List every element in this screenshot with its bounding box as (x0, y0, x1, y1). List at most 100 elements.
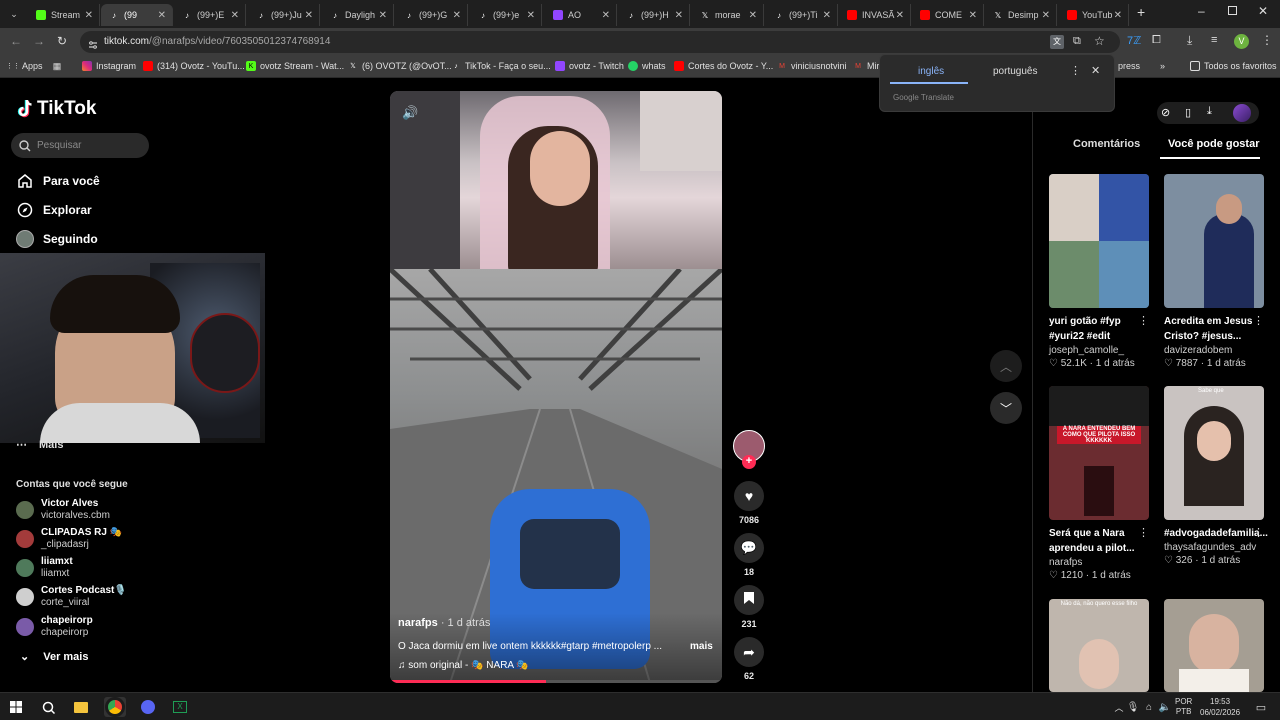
bookmark-grid[interactable]: ▦ (52, 61, 66, 71)
browser-tab[interactable]: 𝕏morae ✕ (692, 4, 764, 26)
suggested-video-card[interactable]: yuri gotão #fyp #yuri22 #edit joseph_camo… (1049, 174, 1149, 369)
browser-tab[interactable]: COME ✕ (912, 4, 984, 26)
bookmark-ovotz-youtube[interactable]: (314) Ovotz - YouTu... (143, 61, 245, 71)
suggested-video-card[interactable] (1164, 599, 1264, 692)
browser-tab[interactable]: Stream ✕ (28, 4, 100, 26)
tab-close-icon[interactable]: ✕ (158, 10, 166, 21)
translate-close-icon[interactable]: ✕ (1091, 64, 1100, 77)
extensions-puzzle-icon[interactable]: ⧠ (1152, 34, 1161, 47)
suggested-video-card[interactable]: A NARA ENTENDEU BEM COMO QUE PILOTA ISSO… (1049, 386, 1149, 581)
bookmark-ovotz-stream[interactable]: Kovotz Stream - Wat... (246, 61, 344, 71)
bookmark-apps[interactable]: ⋮⋮ Apps (6, 61, 43, 71)
video-thumbnail[interactable] (1049, 174, 1149, 308)
nav-more[interactable]: ⋯ Mais (16, 438, 63, 451)
card-more-icon[interactable]: ⋮ (1138, 526, 1149, 539)
video-author[interactable]: narafps (398, 617, 438, 629)
followed-account[interactable]: CLIPADAS RJ 🎭 _clipadasrj (16, 527, 176, 553)
suggested-video-card[interactable]: Acredita em Jesus Cristo? #jesus... daviz… (1164, 174, 1264, 369)
caption-more-button[interactable]: mais (690, 641, 713, 652)
tab-close-icon[interactable]: ✕ (1114, 10, 1122, 21)
browser-tab[interactable]: ♪ (99+)Ti ✕ (766, 4, 838, 26)
tiktok-logo[interactable]: TikTok (16, 98, 96, 120)
bookmark-cortes[interactable]: Cortes do Ovotz - Y... (674, 61, 773, 71)
card-author[interactable]: davizeradobem (1164, 345, 1264, 356)
tab-close-icon[interactable]: ✕ (453, 10, 461, 21)
profile-avatar[interactable]: V (1234, 34, 1249, 49)
compass-icon[interactable]: ⊘ (1161, 106, 1170, 119)
bookmark-gmail[interactable]: Mviniciusnotvini (777, 61, 846, 71)
forward-icon[interactable]: → (33, 34, 45, 48)
browser-tab[interactable]: INVASÃ ✕ (839, 4, 911, 26)
progress-track[interactable] (390, 680, 722, 683)
card-author[interactable]: thaysafagundes_adv (1164, 542, 1264, 553)
browser-tab[interactable]: AO ✕ (545, 4, 617, 26)
browser-tab[interactable]: ♪ Dayligh ✕ (322, 4, 394, 26)
like-action[interactable]: ♥ 7086 (734, 481, 764, 525)
translate-lang-english[interactable]: inglês (918, 66, 944, 77)
user-avatar[interactable] (1233, 104, 1251, 122)
suggested-video-card[interactable]: Sabe que #advogadadefamilia... thaysafagun… (1164, 386, 1268, 566)
browser-tab[interactable]: ♪ (99+)G ✕ (396, 4, 468, 26)
new-tab-button[interactable]: + (1137, 4, 1145, 20)
followed-account[interactable]: Cortes Podcast🎙️ corte_viiral (16, 585, 176, 611)
nav-explore[interactable]: Explorar (16, 201, 92, 219)
tab-close-icon[interactable]: ✕ (1042, 10, 1050, 21)
tab-close-icon[interactable]: ✕ (85, 10, 93, 21)
card-more-icon[interactable]: ⋮ (1253, 526, 1264, 539)
translate-icon[interactable]: 文 (1050, 35, 1064, 49)
bookmark-all-favorites[interactable]: Todos os favoritos (1190, 61, 1277, 71)
bookmark-press[interactable]: press (1118, 61, 1140, 71)
tray-language[interactable]: POR PTB (1175, 697, 1192, 717)
tab-close-icon[interactable]: ✕ (749, 10, 757, 21)
tab-comments[interactable]: Comentários (1073, 138, 1140, 150)
video-sound[interactable]: ♫ som original - 🎭 NARA 🎭 (398, 660, 529, 671)
followed-account[interactable]: Victor Alves victoralves.cbm (16, 498, 176, 524)
nav-following[interactable]: Seguindo (16, 230, 98, 248)
tray-clock[interactable]: 19:53 06/02/2026 (1200, 696, 1240, 718)
previous-video-button[interactable]: ︿ (990, 350, 1022, 382)
translate-lang-portuguese[interactable]: português (993, 66, 1037, 77)
tab-close-icon[interactable]: ✕ (823, 10, 831, 21)
bookmark-tiktok[interactable]: ♪ TikTok - Faça o seu... (451, 61, 550, 71)
suggested-video-card[interactable]: Não dá, não quero esse filho (1049, 599, 1149, 692)
restore-button[interactable] (1228, 6, 1237, 15)
translate-menu-icon[interactable]: ⋮ (1070, 64, 1081, 77)
search-input[interactable]: Pesquisar (11, 133, 149, 158)
browser-tab[interactable]: YouTub ✕ (1059, 4, 1129, 26)
tab-close-icon[interactable]: ✕ (896, 10, 904, 21)
excel-icon[interactable]: X (169, 697, 191, 717)
phone-icon[interactable]: ▯ (1185, 106, 1191, 119)
file-explorer-icon[interactable] (70, 697, 92, 717)
nav-for-you[interactable]: Para você (16, 172, 100, 190)
extension-icon[interactable]: 7ℤ (1127, 34, 1141, 47)
address-bar[interactable]: tiktok.com/@narafps/video/76035050123747… (80, 31, 1120, 53)
card-more-icon[interactable]: ⋮ (1253, 314, 1264, 327)
taskbar-search-icon[interactable] (37, 697, 59, 717)
media-control-icon[interactable]: ≡ (1211, 34, 1217, 46)
install-icon[interactable]: ⧉ (1073, 35, 1081, 48)
video-thumbnail[interactable] (1164, 599, 1264, 692)
download-icon[interactable]: ⤓ (1187, 33, 1192, 48)
volume-tray-icon[interactable]: 🔈 (1154, 697, 1176, 717)
bookmark-twitch[interactable]: ovotz - Twitch (555, 61, 624, 71)
download-icon[interactable]: ⤓ (1207, 105, 1212, 118)
notifications-icon[interactable]: ▭ (1250, 697, 1272, 717)
browser-tab[interactable]: ♪ (99+)Ju ✕ (248, 4, 320, 26)
tab-search-button[interactable]: ⌄ (6, 6, 22, 22)
bookmark-whats[interactable]: whats (628, 61, 666, 71)
discord-icon[interactable] (137, 697, 159, 717)
bookmark-ovotz-x[interactable]: 𝕏 (6) OVOTZ (@OvOT... (348, 61, 451, 71)
followed-account[interactable]: chapeirorp chapeirorp (16, 615, 176, 641)
tab-close-icon[interactable]: ✕ (379, 10, 387, 21)
bookmark-instagram[interactable]: Instagram (82, 61, 136, 71)
see-more-accounts[interactable]: ⌄ Ver mais (16, 650, 88, 664)
tab-close-icon[interactable]: ✕ (602, 10, 610, 21)
follow-plus-icon[interactable]: + (742, 455, 756, 469)
video-thumbnail[interactable] (1164, 174, 1264, 308)
bookmark-action[interactable]: 231 (734, 585, 764, 629)
browser-tab[interactable]: ♪ (99+)H ✕ (618, 4, 690, 26)
reload-icon[interactable]: ↻ (57, 34, 67, 48)
tab-close-icon[interactable]: ✕ (675, 10, 683, 21)
video-thumbnail[interactable]: A NARA ENTENDEU BEM COMO QUE PILOTA ISSO… (1049, 386, 1149, 520)
card-author[interactable]: joseph_camolle_ (1049, 345, 1149, 356)
